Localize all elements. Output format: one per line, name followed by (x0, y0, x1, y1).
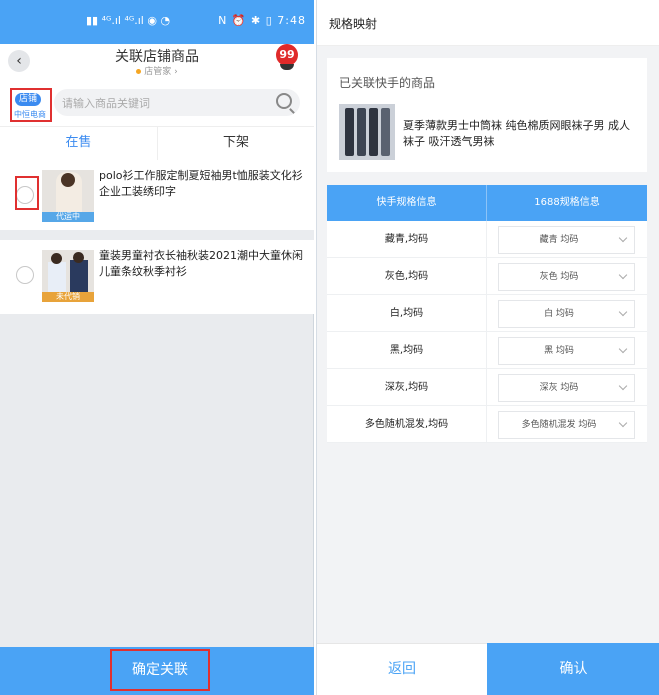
list-item[interactable]: 未代销 童装男童衬衣长袖秋装2021潮中大童休闲儿童条纹秋季衬衫 (0, 240, 314, 310)
dialog-footer: 返回 确认 (317, 643, 659, 695)
sock-shape (381, 108, 390, 156)
sock-shape (369, 108, 378, 156)
search-input[interactable]: 请输入商品关键词 (54, 89, 300, 116)
spec-cell: 灰色,均码 (327, 258, 487, 295)
spec-select[interactable]: 黑 均码 (498, 337, 635, 365)
select-value: 藏青 均码 (539, 235, 579, 245)
select-radio[interactable] (16, 266, 34, 284)
chevron-down-icon (618, 270, 628, 280)
table-row: 灰色,均码 灰色 均码 (327, 258, 647, 295)
select-value: 灰色 均码 (539, 272, 579, 282)
page-title: 关联店铺商品 (115, 49, 199, 65)
phone-screen: ▮▮ ⁴ᴳ.ıl ⁴ᴳ.ıl ◉ ◔ N ⏰ ✱ ▯ 7:48 ‹ 关联店铺商品… (0, 0, 314, 695)
sock-shape (357, 108, 366, 156)
chevron-down-icon (618, 233, 628, 243)
spec-select[interactable]: 白 均码 (498, 300, 635, 328)
chevron-down-icon (618, 418, 628, 428)
select-value: 多色随机混发 均码 (521, 420, 597, 430)
sock-shape (345, 108, 354, 156)
column-header-kuaishou: 快手规格信息 (327, 185, 487, 221)
spec-cell: 藏青,均码 (327, 221, 487, 258)
status-tabs: 在售 下架 (0, 126, 314, 161)
search-icon[interactable] (276, 93, 292, 109)
status-right-icons: N ⏰ ✱ ▯ (218, 14, 273, 27)
product-status-tag: 未代销 (42, 292, 94, 302)
select-value: 黑 均码 (544, 346, 574, 356)
shop-dot-icon (136, 69, 142, 74)
linked-product-card: 已关联快手的商品 夏季薄款男士中筒袜 纯色棉质网眼袜子男 成人袜子 吸汗透气男袜 (327, 58, 647, 172)
spec-table: 快手规格信息 1688规格信息 藏青,均码 藏青 均码 灰色,均码 灰色 均码 … (327, 185, 647, 443)
shop-selector[interactable]: 店铺 中恒电商 (10, 88, 52, 122)
product-thumbnail: 未代销 (42, 250, 94, 302)
spec-select[interactable]: 藏青 均码 (498, 226, 635, 254)
select-value: 白 均码 (544, 309, 574, 319)
subtitle-text: 店管家 (144, 67, 172, 77)
table-row: 深灰,均码 深灰 均码 (327, 369, 647, 406)
status-icons: ▮▮ ⁴ᴳ.ıl ⁴ᴳ.ıl ◉ ◔ (86, 14, 171, 27)
select-value: 深灰 均码 (539, 383, 579, 393)
spec-mapping-dialog: 规格映射 已关联快手的商品 夏季薄款男士中筒袜 纯色棉质网眼袜子男 成人袜子 吸… (316, 0, 659, 695)
table-row: 白,均码 白 均码 (327, 295, 647, 332)
column-header-1688: 1688规格信息 (534, 197, 600, 208)
product-thumbnail: 代运中 (42, 170, 94, 222)
table-header: 快手规格信息 1688规格信息 (327, 185, 647, 221)
table-row: 藏青,均码 藏青 均码 (327, 221, 647, 258)
confirm-button[interactable]: 确认 (487, 643, 659, 695)
table-row: 多色随机混发,均码 多色随机混发 均码 (327, 406, 647, 443)
spec-cell: 黑,均码 (327, 332, 487, 369)
spec-select[interactable]: 深灰 均码 (498, 374, 635, 402)
shop-name: 中恒电商 (14, 110, 46, 119)
message-badge[interactable]: 99 (276, 44, 298, 66)
status-right: N ⏰ ✱ ▯ 7:48 (218, 14, 306, 27)
spec-cell: 深灰,均码 (327, 369, 487, 406)
list-item[interactable]: 代运中 polo衫工作服定制夏短袖男t恤服装文化衫企业工装绣印字 (0, 160, 314, 230)
spec-cell: 白,均码 (327, 295, 487, 332)
highlight-box (15, 176, 39, 210)
status-time: 7:48 (277, 14, 306, 27)
confirm-link-button[interactable]: 确定关联 (110, 649, 210, 691)
chevron-down-icon (618, 381, 628, 391)
model-head (73, 252, 84, 263)
search-placeholder: 请输入商品关键词 (62, 97, 150, 110)
page-header: ‹ 关联店铺商品 店管家 › 99 (0, 44, 314, 80)
screenshot-root: ▮▮ ⁴ᴳ.ıl ⁴ᴳ.ıl ◉ ◔ N ⏰ ✱ ▯ 7:48 ‹ 关联店铺商品… (0, 0, 659, 695)
tab-off-shelf[interactable]: 下架 (157, 127, 314, 161)
chevron-down-icon (618, 344, 628, 354)
bottom-bar: 确定关联 (0, 647, 314, 695)
spec-select[interactable]: 多色随机混发 均码 (498, 411, 635, 439)
list-separator (0, 230, 314, 240)
dialog-header: 规格映射 (317, 0, 659, 46)
back-button[interactable]: 返回 (317, 643, 487, 695)
status-bar: ▮▮ ⁴ᴳ.ıl ⁴ᴳ.ıl ◉ ◔ N ⏰ ✱ ▯ 7:48 (0, 0, 314, 44)
product-name: 夏季薄款男士中筒袜 纯色棉质网眼袜子男 成人袜子 吸汗透气男袜 (403, 119, 630, 148)
product-title: polo衫工作服定制夏短袖男t恤服装文化衫企业工装绣印字 (99, 169, 303, 198)
linked-label: 已关联快手的商品 (339, 76, 436, 90)
search-bar: 店铺 中恒电商 请输入商品关键词 (0, 80, 314, 126)
chevron-down-icon (618, 307, 628, 317)
spec-cell: 多色随机混发,均码 (327, 406, 487, 443)
shop-tag-label: 店铺 (15, 93, 42, 106)
dialog-body: 已关联快手的商品 夏季薄款男士中筒袜 纯色棉质网眼袜子男 成人袜子 吸汗透气男袜… (317, 46, 659, 643)
model-head (51, 253, 62, 264)
model-head (61, 173, 75, 187)
table-row: 黑,均码 黑 均码 (327, 332, 647, 369)
page-subtitle[interactable]: 店管家 › (0, 64, 314, 77)
product-list: 代运中 polo衫工作服定制夏短袖男t恤服装文化衫企业工装绣印字 未代销 童装男… (0, 160, 314, 314)
product-title: 童装男童衬衣长袖秋装2021潮中大童休闲儿童条纹秋季衬衫 (99, 249, 303, 278)
tab-on-sale[interactable]: 在售 (0, 127, 157, 161)
product-status-tag: 代运中 (42, 212, 94, 222)
product-image (339, 104, 395, 160)
spec-select[interactable]: 灰色 均码 (498, 263, 635, 291)
dialog-title: 规格映射 (329, 17, 378, 31)
